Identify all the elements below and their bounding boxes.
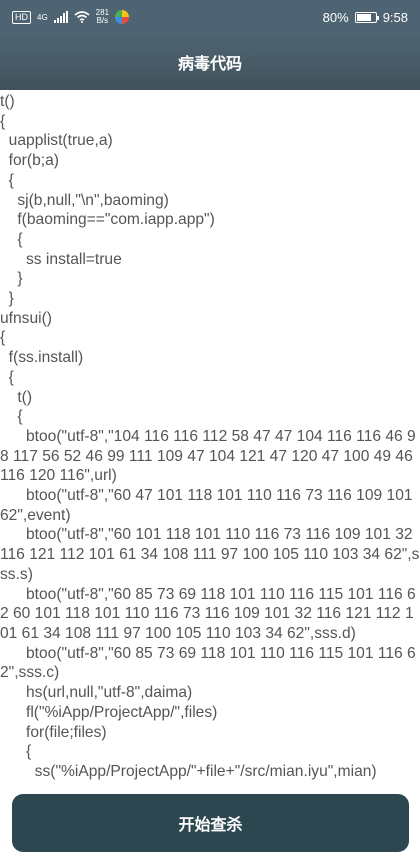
battery-fill bbox=[356, 13, 371, 21]
code-line: t() bbox=[0, 93, 15, 110]
code-line: { bbox=[0, 368, 14, 386]
signal-icon bbox=[53, 11, 68, 23]
net-speed: 281 B/s bbox=[96, 9, 109, 25]
code-line: f(ss.install) bbox=[0, 349, 84, 367]
code-line: btoo("utf-8","60 47 101 118 101 110 116 … bbox=[0, 487, 417, 524]
battery-icon bbox=[354, 11, 379, 23]
code-line: f(baoming=="com.iapp.app") bbox=[0, 211, 215, 229]
page-title: 病毒代码 bbox=[177, 56, 242, 73]
hd-badge: HD bbox=[12, 10, 31, 24]
code-line: btoo("utf-8","60 85 73 69 118 101 110 11… bbox=[0, 644, 416, 682]
code-line: { bbox=[0, 171, 14, 189]
network-type-label: 4G bbox=[37, 12, 48, 22]
app-notification-icon bbox=[115, 10, 130, 24]
code-line: btoo("utf-8","104 116 116 112 58 47 47 1… bbox=[0, 427, 418, 485]
code-view[interactable]: t() { uapplist(true,a) for(b;a) { sj(b,nu… bbox=[0, 92, 420, 788]
code-line: hs(url,null,"utf-8",daima) bbox=[0, 684, 193, 702]
code-line: fl("%iApp/ProjectApp/",files) bbox=[0, 703, 218, 721]
start-scan-button-label: 开始查杀 bbox=[178, 817, 243, 834]
code-line: btoo("utf-8","60 85 73 69 118 101 110 11… bbox=[0, 585, 416, 642]
clock: 9:58 bbox=[382, 9, 408, 25]
code-line: { bbox=[0, 408, 23, 426]
code-line: ss("%iApp/ProjectApp/"+file+"/src/mian.i… bbox=[0, 762, 377, 780]
net-speed-unit: B/s bbox=[96, 16, 109, 25]
code-line: for(file;files) bbox=[0, 723, 107, 741]
wifi-icon bbox=[74, 11, 90, 23]
code-line: { bbox=[0, 329, 6, 347]
code-line: t() bbox=[0, 388, 33, 406]
code-line: btoo("utf-8","60 101 118 101 110 116 73 … bbox=[0, 526, 420, 583]
battery-percent: 80% bbox=[322, 9, 349, 25]
status-bar: HD 4G 281 B/s 80% 9:58 bbox=[0, 0, 420, 34]
start-scan-button[interactable]: 开始查杀 bbox=[12, 794, 409, 852]
status-icons-left: HD 4G 281 B/s bbox=[12, 9, 130, 25]
code-line: ss install=true bbox=[0, 250, 122, 268]
code-line: } bbox=[0, 290, 14, 308]
code-line: for(b;a) bbox=[0, 152, 59, 170]
status-icons-right: 80% 9:58 bbox=[323, 10, 408, 25]
code-line: } bbox=[0, 270, 23, 288]
code-line: sj(b,null,"\n",baoming) bbox=[0, 191, 169, 209]
code-line: ufnsui() bbox=[0, 309, 52, 327]
code-line: { bbox=[0, 230, 23, 248]
app-bar: 病毒代码 bbox=[0, 34, 420, 90]
code-line: { bbox=[0, 112, 6, 130]
code-line: { bbox=[0, 743, 32, 761]
code-line: uapplist(true,a) bbox=[0, 132, 113, 150]
